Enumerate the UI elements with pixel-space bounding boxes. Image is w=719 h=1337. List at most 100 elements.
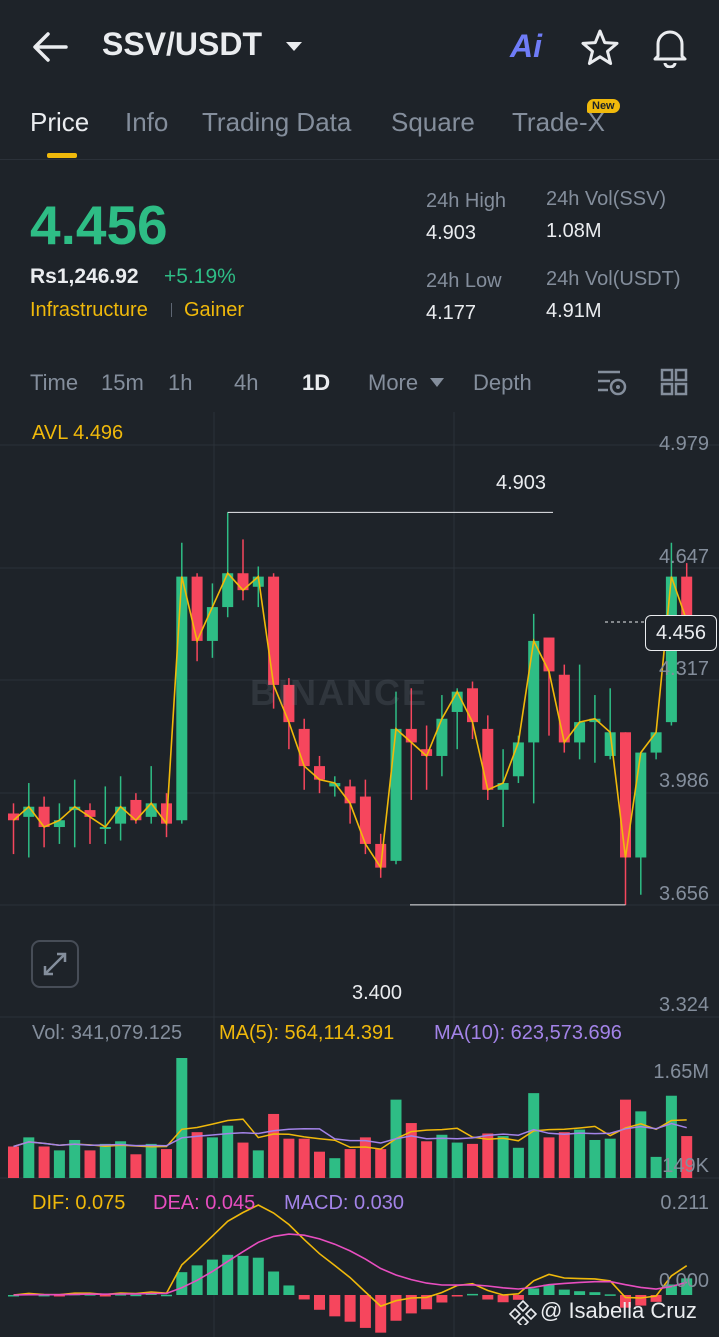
bell-icon[interactable] <box>650 26 690 68</box>
max-price-label: 4.903 <box>496 472 547 494</box>
candle-body <box>543 637 555 672</box>
macd-histogram-bar <box>436 1295 448 1303</box>
axis-label-3: 4.317 <box>658 658 709 680</box>
vol-axis-bottom: 149K <box>662 1155 709 1177</box>
macd-histogram-bar <box>314 1295 325 1310</box>
interval-time[interactable]: Time <box>30 370 78 396</box>
candle-body <box>436 718 448 756</box>
price-change: +5.19% <box>164 265 236 288</box>
tag-divider <box>171 303 172 317</box>
macd-histogram-bar <box>482 1295 494 1300</box>
back-arrow-icon[interactable] <box>30 30 70 64</box>
candle-body <box>206 607 218 641</box>
fiat-price: Rs1,246.92 <box>30 265 139 288</box>
macd-histogram-bar <box>237 1255 249 1295</box>
volume-bar <box>84 1150 96 1178</box>
volume-bar <box>635 1111 647 1178</box>
macd-histogram-bar <box>298 1295 310 1300</box>
user-watermark: @ Isabella Cruz <box>540 1298 697 1323</box>
candle-body <box>681 576 693 621</box>
volume-bar <box>145 1143 157 1178</box>
macd-histogram-bar <box>497 1295 509 1303</box>
vol-ma10-label: MA(10): 623,573.696 <box>434 1022 622 1044</box>
macd-histogram-bar <box>268 1271 280 1295</box>
candle-body <box>467 688 478 723</box>
volume-bar <box>451 1142 463 1178</box>
candle-body <box>405 728 417 743</box>
low-value: 4.177 <box>426 302 477 324</box>
volume-bar <box>344 1149 356 1178</box>
vol-label: Vol: 341,079.125 <box>32 1022 183 1044</box>
candle-body <box>359 796 371 844</box>
chart-settings-icon[interactable] <box>596 369 628 397</box>
ai-icon[interactable]: Ai <box>510 28 542 65</box>
macd-histogram-bar <box>574 1291 586 1295</box>
star-icon[interactable] <box>580 28 620 68</box>
volume-bar <box>482 1133 494 1178</box>
tab-square[interactable]: Square <box>391 107 475 138</box>
volume-bar <box>650 1156 662 1178</box>
macd-histogram-bar <box>390 1295 402 1321</box>
grid-layout-icon[interactable] <box>660 368 688 396</box>
volume-bar <box>176 1058 188 1178</box>
candle-body <box>512 742 524 777</box>
tag-infrastructure[interactable]: Infrastructure <box>30 299 148 322</box>
interval-1d[interactable]: 1D <box>302 370 330 396</box>
volume-bar <box>436 1134 448 1178</box>
candle-body <box>650 732 662 753</box>
volume-bar <box>298 1138 310 1178</box>
macd-histogram-bar <box>467 1293 478 1296</box>
macd-histogram-bar <box>558 1289 570 1295</box>
volume-bar <box>283 1138 295 1178</box>
volume-bar <box>558 1132 570 1178</box>
volume-bar <box>604 1138 616 1178</box>
macd-dea-label: DEA: 0.045 <box>153 1192 256 1214</box>
axis-label-1: 4.979 <box>658 433 709 455</box>
tab-trading-data[interactable]: Trading Data <box>202 107 351 138</box>
expand-icon[interactable] <box>31 940 79 988</box>
last-price: 4.456 <box>30 194 168 256</box>
candle-body <box>635 752 647 858</box>
interval-4h[interactable]: 4h <box>234 370 258 396</box>
axis-label-4: 3.986 <box>658 770 709 792</box>
axis-label-5: 3.656 <box>658 883 709 905</box>
volume-bar <box>8 1146 19 1178</box>
macd-histogram-bar <box>130 1294 142 1297</box>
tag-gainer[interactable]: Gainer <box>184 299 244 322</box>
candle-body <box>145 803 157 817</box>
volume-bar <box>421 1141 433 1178</box>
volume-bar <box>574 1129 586 1178</box>
candle-body <box>558 674 570 743</box>
interval-more[interactable]: More <box>368 370 418 396</box>
macd-histogram-bar <box>252 1257 264 1295</box>
more-chevron-icon[interactable] <box>429 377 445 389</box>
volume-bar <box>69 1139 81 1178</box>
volume-bar <box>467 1143 478 1178</box>
interval-1h[interactable]: 1h <box>168 370 192 396</box>
volume-bar <box>206 1137 218 1178</box>
candle-body <box>344 786 356 804</box>
interval-depth[interactable]: Depth <box>473 370 532 396</box>
volume-bar <box>620 1099 631 1178</box>
tab-price[interactable]: Price <box>30 107 89 138</box>
volume-bar <box>329 1158 341 1178</box>
candle-body <box>176 576 188 821</box>
macd-histogram-bar <box>176 1272 188 1295</box>
macd-histogram-bar <box>344 1295 356 1322</box>
tab-info[interactable]: Info <box>125 107 168 138</box>
volume-bar <box>53 1150 65 1178</box>
macd-histogram-bar <box>589 1292 601 1295</box>
vol-usdt-label: 24h Vol(USDT) <box>546 268 681 290</box>
interval-15m[interactable]: 15m <box>101 370 144 396</box>
volume-bar <box>359 1137 371 1178</box>
chevron-down-icon[interactable] <box>284 40 304 54</box>
candle-body <box>268 576 280 685</box>
volume-bar <box>191 1132 203 1178</box>
candle-body <box>38 806 50 828</box>
macd-histogram-bar <box>161 1294 172 1297</box>
volume-bar <box>314 1151 325 1178</box>
new-badge: New <box>587 99 620 113</box>
macd-value-label: MACD: 0.030 <box>284 1192 405 1214</box>
pair-title[interactable]: SSV/USDT <box>102 26 262 63</box>
macd-histogram-bar <box>604 1294 616 1296</box>
